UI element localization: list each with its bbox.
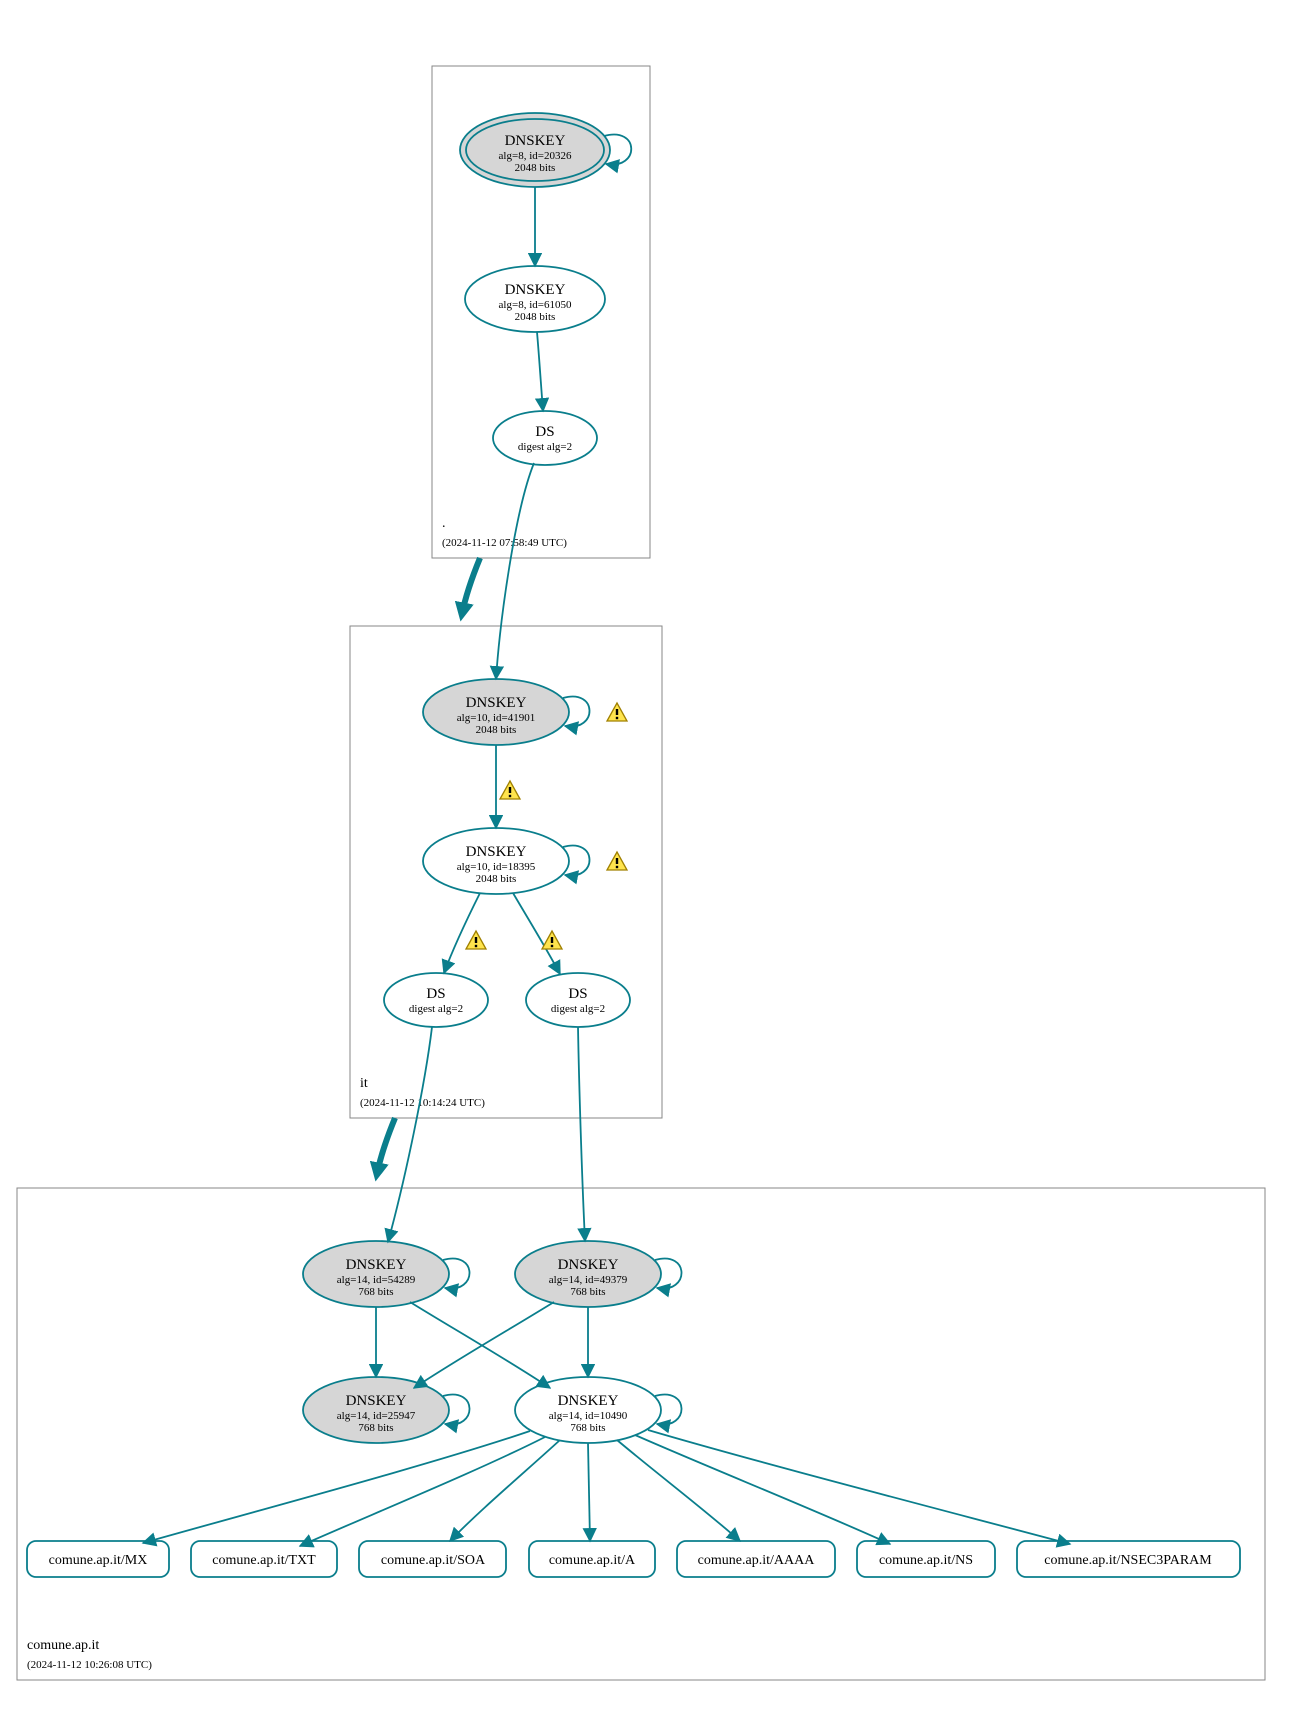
svg-text:digest alg=2: digest alg=2 <box>518 441 572 453</box>
edge <box>388 1027 432 1242</box>
edge <box>496 463 534 679</box>
svg-text:comune.ap.it/AAAA: comune.ap.it/AAAA <box>698 1553 816 1568</box>
svg-text:768 bits: 768 bits <box>358 1286 393 1298</box>
node-it-ds1: DS digest alg=2 <box>384 973 488 1027</box>
node-it-zsk: DNSKEY alg=10, id=18395 2048 bits <box>423 828 627 894</box>
svg-text:2048 bits: 2048 bits <box>515 311 556 323</box>
svg-text:comune.ap.it/NSEC3PARAM: comune.ap.it/NSEC3PARAM <box>1044 1553 1212 1568</box>
svg-text:comune.ap.it/TXT: comune.ap.it/TXT <box>212 1553 316 1568</box>
svg-text:DNSKEY: DNSKEY <box>346 1257 407 1273</box>
svg-text:DS: DS <box>426 986 445 1002</box>
zone-leaf: comune.ap.it (2024-11-12 10:26:08 UTC) D… <box>17 1027 1265 1680</box>
zone-leaf-timestamp: (2024-11-12 10:26:08 UTC) <box>27 1659 152 1671</box>
record-mx: comune.ap.it/MX <box>27 1541 169 1577</box>
svg-text:768 bits: 768 bits <box>570 1286 605 1298</box>
zone-root: . (2024-11-12 07:58:49 UTC) DNSKEY alg=8… <box>432 66 650 558</box>
record-aaaa: comune.ap.it/AAAA <box>677 1541 835 1577</box>
zone-root-timestamp: (2024-11-12 07:58:49 UTC) <box>442 537 567 549</box>
zone-it-label: it <box>360 1076 368 1091</box>
edge <box>300 1437 545 1546</box>
edge <box>414 1302 554 1388</box>
record-txt: comune.ap.it/TXT <box>191 1541 337 1577</box>
svg-text:DNSKEY: DNSKEY <box>505 133 566 149</box>
svg-text:DNSKEY: DNSKEY <box>505 282 566 298</box>
record-soa: comune.ap.it/SOA <box>359 1541 506 1577</box>
edge <box>410 1302 550 1388</box>
node-it-ksk: DNSKEY alg=10, id=41901 2048 bits <box>423 679 627 745</box>
svg-text:alg=8, id=20326: alg=8, id=20326 <box>499 150 572 162</box>
zone-connector <box>462 558 480 614</box>
svg-text:DNSKEY: DNSKEY <box>558 1393 619 1409</box>
node-leaf-k3: DNSKEY alg=14, id=25947 768 bits <box>303 1377 470 1443</box>
record-nsec: comune.ap.it/NSEC3PARAM <box>1017 1541 1240 1577</box>
svg-text:DNSKEY: DNSKEY <box>558 1257 619 1273</box>
svg-text:alg=10, id=18395: alg=10, id=18395 <box>457 861 536 873</box>
svg-text:digest alg=2: digest alg=2 <box>409 1003 463 1015</box>
zone-connector <box>377 1118 395 1174</box>
svg-text:768 bits: 768 bits <box>570 1422 605 1434</box>
zone-it: it (2024-11-12 10:14:24 UTC) DNSKEY alg=… <box>350 463 662 1118</box>
edge <box>450 1440 560 1541</box>
warning-icon <box>500 781 520 799</box>
edge <box>648 1430 1070 1544</box>
svg-text:DS: DS <box>535 424 554 440</box>
zone-it-timestamp: (2024-11-12 10:14:24 UTC) <box>360 1097 485 1109</box>
node-leaf-k2: DNSKEY alg=14, id=49379 768 bits <box>515 1241 682 1307</box>
warning-icon <box>542 931 562 949</box>
svg-text:alg=8, id=61050: alg=8, id=61050 <box>499 299 572 311</box>
svg-text:digest alg=2: digest alg=2 <box>551 1003 605 1015</box>
warning-icon <box>466 931 486 949</box>
svg-text:comune.ap.it/A: comune.ap.it/A <box>549 1553 636 1568</box>
svg-text:768 bits: 768 bits <box>358 1422 393 1434</box>
zone-root-label: . <box>442 516 446 531</box>
edge <box>635 1435 890 1544</box>
node-root-ds: DS digest alg=2 <box>493 411 597 465</box>
dnssec-graph: . (2024-11-12 07:58:49 UTC) DNSKEY alg=8… <box>0 0 1300 1721</box>
node-root-ksk: DNSKEY alg=8, id=20326 2048 bits <box>460 113 631 187</box>
svg-text:alg=14, id=10490: alg=14, id=10490 <box>549 1410 628 1422</box>
svg-text:DNSKEY: DNSKEY <box>346 1393 407 1409</box>
node-root-zsk: DNSKEY alg=8, id=61050 2048 bits <box>465 266 605 332</box>
node-leaf-k1: DNSKEY alg=14, id=54289 768 bits <box>303 1241 470 1307</box>
record-a: comune.ap.it/A <box>529 1541 655 1577</box>
warning-icon <box>607 852 627 870</box>
edge <box>588 1443 590 1541</box>
svg-text:alg=14, id=25947: alg=14, id=25947 <box>337 1410 416 1422</box>
svg-text:comune.ap.it/NS: comune.ap.it/NS <box>879 1553 973 1568</box>
svg-text:DNSKEY: DNSKEY <box>466 844 527 860</box>
zone-leaf-label: comune.ap.it <box>27 1638 99 1653</box>
svg-text:comune.ap.it/MX: comune.ap.it/MX <box>49 1553 148 1568</box>
svg-text:alg=14, id=54289: alg=14, id=54289 <box>337 1274 416 1286</box>
record-ns: comune.ap.it/NS <box>857 1541 995 1577</box>
svg-text:alg=10, id=41901: alg=10, id=41901 <box>457 712 535 724</box>
svg-text:2048 bits: 2048 bits <box>476 873 517 885</box>
warning-icon <box>607 703 627 721</box>
edge <box>143 1431 530 1543</box>
svg-text:2048 bits: 2048 bits <box>476 724 517 736</box>
node-it-ds2: DS digest alg=2 <box>526 973 630 1027</box>
edge <box>617 1440 740 1541</box>
svg-text:2048 bits: 2048 bits <box>515 162 556 174</box>
svg-text:alg=14, id=49379: alg=14, id=49379 <box>549 1274 628 1286</box>
edge <box>537 332 543 411</box>
svg-text:comune.ap.it/SOA: comune.ap.it/SOA <box>381 1553 486 1568</box>
svg-text:DS: DS <box>568 986 587 1002</box>
svg-text:DNSKEY: DNSKEY <box>466 695 527 711</box>
edge <box>578 1027 585 1241</box>
